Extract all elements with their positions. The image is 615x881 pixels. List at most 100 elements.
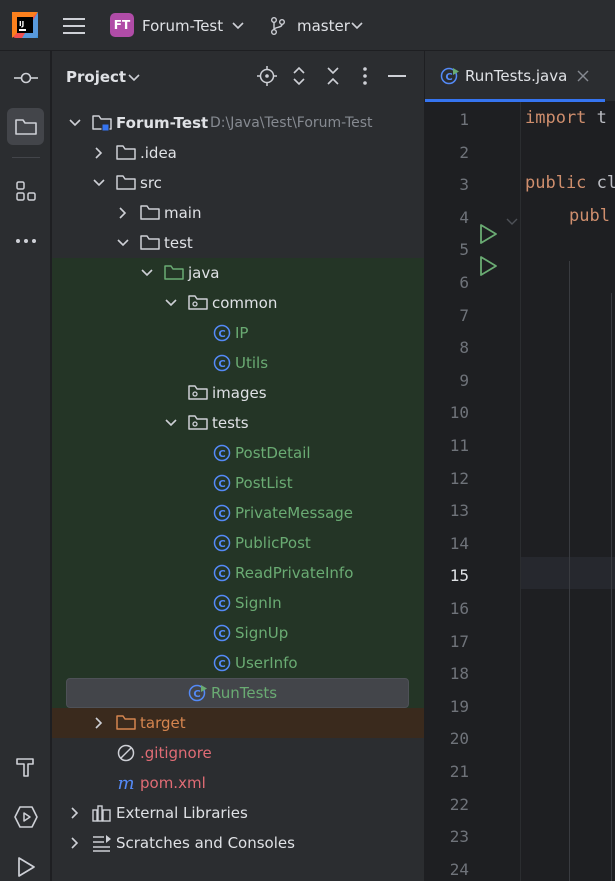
tab-label: RunTests.java (465, 67, 568, 85)
tree-item-idea[interactable]: .idea (52, 138, 424, 168)
line-number[interactable]: 23 (425, 827, 469, 846)
line-number[interactable]: 12 (425, 469, 469, 488)
line-number[interactable]: 3 (425, 175, 469, 194)
tree-item-scratches[interactable]: Scratches and Consoles (52, 828, 424, 858)
tree-item-publicpost[interactable]: C PublicPost (52, 528, 424, 558)
more-horizontal-icon (15, 238, 36, 243)
line-number[interactable]: 21 (425, 762, 469, 781)
project-selector[interactable]: Forum-Test (142, 0, 223, 51)
tree-item-images[interactable]: images (52, 378, 424, 408)
code-line-3[interactable]: public cl (525, 173, 615, 193)
package-icon (188, 383, 208, 403)
line-number[interactable]: 7 (425, 306, 469, 325)
chevron-down-icon[interactable] (232, 0, 244, 51)
chevron-right-icon[interactable] (116, 206, 130, 220)
run-icon[interactable] (479, 255, 497, 281)
line-number[interactable]: 8 (425, 338, 469, 357)
chevron-right-icon[interactable] (92, 716, 106, 730)
chevron-down-icon[interactable] (128, 67, 140, 91)
code-line-4[interactable]: publ (569, 206, 610, 226)
minimize-icon[interactable] (386, 65, 408, 87)
tree-item-label: SignIn (235, 594, 282, 612)
line-number[interactable]: 9 (425, 371, 469, 390)
line-number[interactable]: 24 (425, 860, 469, 879)
tree-item-pom[interactable]: m pom.xml (52, 768, 424, 798)
tree-item-label: test (164, 234, 193, 252)
structure-tool-button[interactable] (7, 172, 44, 209)
run-icon[interactable] (479, 223, 497, 249)
close-icon[interactable] (577, 65, 589, 91)
fold-icon[interactable] (506, 211, 518, 230)
tree-item-gitignore[interactable]: .gitignore (52, 738, 424, 768)
line-number[interactable]: 13 (425, 501, 469, 520)
line-number[interactable]: 10 (425, 403, 469, 422)
branch-selector[interactable]: master (297, 0, 350, 51)
line-number[interactable]: 19 (425, 697, 469, 716)
tree-item-runtests[interactable]: C RunTests (52, 678, 424, 708)
panel-title[interactable]: Project (66, 68, 126, 86)
line-number[interactable]: 22 (425, 795, 469, 814)
tree-item-utils[interactable]: C Utils (52, 348, 424, 378)
locate-icon[interactable] (256, 65, 278, 87)
tree-item-target[interactable]: target (52, 708, 424, 738)
commit-tool-button[interactable] (7, 59, 44, 96)
main-menu-button[interactable] (62, 0, 86, 51)
git-branch-icon[interactable] (270, 0, 286, 51)
line-number[interactable]: 18 (425, 664, 469, 683)
code-line-1[interactable]: import t (525, 108, 607, 128)
ide-logo-icon[interactable]: IJ (12, 12, 38, 38)
services-tool-button[interactable] (7, 798, 44, 835)
run-tool-button[interactable] (7, 848, 44, 881)
tree-item-postlist[interactable]: C PostList (52, 468, 424, 498)
tree-item-java[interactable]: java (52, 258, 424, 288)
more-tools-button[interactable] (7, 222, 44, 259)
chevron-right-icon[interactable] (92, 146, 106, 160)
chevron-down-icon[interactable] (351, 0, 363, 51)
chevron-right-icon[interactable] (68, 836, 82, 850)
line-number[interactable]: 2 (425, 143, 469, 162)
svg-text:C: C (218, 329, 225, 340)
tree-item-forum-test[interactable]: Forum-Test D:\Java\Test\Forum-Test (52, 108, 424, 138)
chevron-right-icon[interactable] (68, 806, 82, 820)
project-badge[interactable]: FT (110, 13, 134, 37)
line-number[interactable]: 20 (425, 729, 469, 748)
more-vertical-icon[interactable] (354, 65, 376, 87)
java-class-icon: C (212, 653, 232, 673)
build-tool-button[interactable] (7, 748, 44, 785)
line-number[interactable]: 14 (425, 534, 469, 553)
tree-item-common[interactable]: common (52, 288, 424, 318)
tree-item-signup[interactable]: C SignUp (52, 618, 424, 648)
tree-item-userinfo[interactable]: C UserInfo (52, 648, 424, 678)
collapse-all-icon[interactable] (322, 65, 344, 87)
line-number[interactable]: 4 (425, 208, 469, 227)
expand-all-icon[interactable] (288, 65, 310, 87)
chevron-down-icon[interactable] (140, 266, 154, 280)
chevron-down-icon[interactable] (92, 176, 106, 190)
tree-item-test[interactable]: test (52, 228, 424, 258)
tree-item-postdetail[interactable]: C PostDetail (52, 438, 424, 468)
chevron-down-icon[interactable] (68, 116, 82, 130)
tree-item-readprivateinfo[interactable]: C ReadPrivateInfo (52, 558, 424, 588)
line-number[interactable]: 11 (425, 436, 469, 455)
line-number[interactable]: 16 (425, 599, 469, 618)
tree-item-signin[interactable]: C SignIn (52, 588, 424, 618)
line-number[interactable]: 17 (425, 632, 469, 651)
line-number[interactable]: 6 (425, 273, 469, 292)
tree-item-src[interactable]: src (52, 168, 424, 198)
chevron-down-icon[interactable] (164, 416, 178, 430)
tree-item-main[interactable]: main (52, 198, 424, 228)
line-number[interactable]: 1 (425, 110, 469, 129)
chevron-down-icon[interactable] (164, 296, 178, 310)
tree-item-ip[interactable]: C IP (52, 318, 424, 348)
tree-item-external-libraries[interactable]: External Libraries (52, 798, 424, 828)
folder-icon (14, 118, 37, 135)
tree-item-tests[interactable]: tests (52, 408, 424, 438)
line-number[interactable]: 5 (425, 240, 469, 259)
folder-icon (140, 233, 160, 253)
tab-runtests[interactable]: C RunTests.java (425, 51, 605, 102)
line-number[interactable]: 15 (425, 566, 469, 585)
tree-item-privatemessage[interactable]: C PrivateMessage (52, 498, 424, 528)
project-tool-button[interactable] (7, 108, 44, 145)
hammer-icon (15, 757, 34, 777)
chevron-down-icon[interactable] (116, 236, 130, 250)
